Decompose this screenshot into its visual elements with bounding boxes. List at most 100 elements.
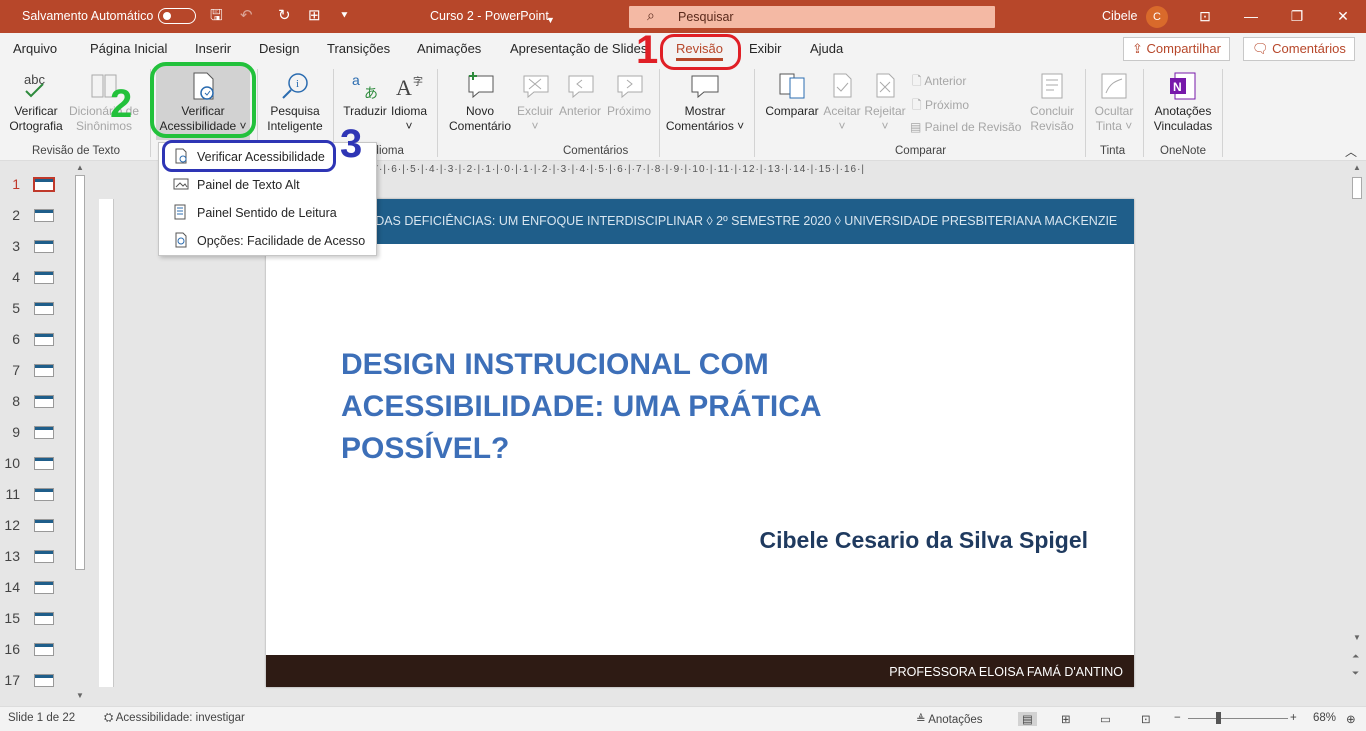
svg-text:A: A xyxy=(396,75,412,100)
slide-thumbnail[interactable] xyxy=(34,333,54,346)
scroll-thumb[interactable] xyxy=(75,175,85,570)
hide-ink-button[interactable]: Ocultar Tinta ˅ xyxy=(1089,71,1139,134)
menu-item-painel-texto-alt[interactable]: Painel de Texto Alt xyxy=(165,172,372,198)
minimize-icon[interactable]: — xyxy=(1241,6,1261,26)
slide-thumbnail[interactable] xyxy=(34,488,54,501)
scroll-down-icon[interactable]: ▼ xyxy=(76,691,84,700)
next-comment-button[interactable]: Próximo xyxy=(604,71,654,119)
autosave-toggle[interactable] xyxy=(158,8,196,24)
menu-item-opcoes-facilidade-acesso[interactable]: Opções: Facilidade de Acesso xyxy=(165,228,372,254)
tab-pagina-inicial[interactable]: Página Inicial xyxy=(90,41,167,56)
compare-button[interactable]: Comparar xyxy=(762,71,822,119)
slide-thumbnail[interactable] xyxy=(34,519,54,532)
slide-sorter-icon[interactable]: ⊞ xyxy=(1061,712,1071,726)
slide-title[interactable]: DESIGN INSTRUCIONAL COM ACESSIBILIDADE: … xyxy=(341,344,941,470)
slide-thumbnail[interactable] xyxy=(34,550,54,563)
scroll-up-icon[interactable]: ▲ xyxy=(76,163,84,172)
slide-thumbnail[interactable] xyxy=(34,612,54,625)
tab-design[interactable]: Design xyxy=(259,41,299,56)
accept-label: Aceitar xyxy=(823,104,861,118)
fit-to-window-icon[interactable]: ⊕ xyxy=(1346,712,1356,726)
slide-thumbnail[interactable] xyxy=(33,177,55,192)
comments-label: Comentários xyxy=(1272,41,1346,56)
user-name[interactable]: Cibele xyxy=(1102,9,1137,23)
accept-button[interactable]: Aceitar ˅ xyxy=(820,71,864,134)
smart-lookup-label-2: Inteligente xyxy=(267,119,323,133)
slide-thumbnail[interactable] xyxy=(34,209,54,222)
previous-change-button[interactable]: 🗋 Anterior xyxy=(912,72,966,93)
undo-icon[interactable]: ↶ xyxy=(240,7,253,25)
zoom-in-icon[interactable]: + xyxy=(1290,712,1297,724)
smart-lookup-button[interactable]: i Pesquisa Inteligente xyxy=(262,71,328,134)
scroll-up-icon[interactable]: ▲ xyxy=(1353,163,1361,172)
slide-thumbnail[interactable] xyxy=(34,674,54,687)
reject-button[interactable]: Rejeitar ˅ xyxy=(863,71,907,134)
previous-slide-icon[interactable]: ⏶ xyxy=(1352,651,1359,662)
end-review-button[interactable]: Concluir Revisão xyxy=(1024,71,1080,134)
annotation-number-3: 3 xyxy=(340,122,363,166)
reject-icon xyxy=(876,73,895,98)
scroll-thumb[interactable] xyxy=(1352,177,1362,199)
collapse-ribbon-icon[interactable]: ︿ xyxy=(1345,143,1357,160)
slide-thumbnail[interactable] xyxy=(34,643,54,656)
accessibility-status[interactable]: ⛭ Acessibilidade: investigar xyxy=(104,712,245,725)
normal-view-icon[interactable]: ▤ xyxy=(1018,712,1037,726)
avatar[interactable]: C xyxy=(1146,6,1168,28)
slide-thumbnail[interactable] xyxy=(34,426,54,439)
linked-notes-button[interactable]: N Anotações Vinculadas xyxy=(1150,71,1216,134)
slide-canvas[interactable]: O DAS DEFICIÊNCIAS: UM ENFOQUE INTERDISC… xyxy=(266,199,1134,687)
tab-arquivo[interactable]: Arquivo xyxy=(13,41,57,56)
slide-thumbnail[interactable] xyxy=(34,364,54,377)
slide-thumbnail[interactable] xyxy=(34,302,54,315)
zoom-slider-thumb[interactable] xyxy=(1216,712,1221,724)
redo-icon[interactable]: ↻ xyxy=(278,7,291,25)
tab-ajuda[interactable]: Ajuda xyxy=(810,41,843,56)
close-icon[interactable]: ✕ xyxy=(1333,6,1353,26)
accessibility-status-icon: ⛭ xyxy=(104,712,116,724)
svg-text:字: 字 xyxy=(413,75,423,88)
notes-button[interactable]: ≜ Anotações xyxy=(916,712,983,726)
customize-qat-icon[interactable]: ⯆ xyxy=(340,7,349,25)
slide-thumbnail[interactable] xyxy=(34,395,54,408)
title-dropdown-icon[interactable]: ▼ xyxy=(546,11,555,29)
previous-comment-button[interactable]: Anterior xyxy=(556,71,604,119)
slide-author[interactable]: Cibele Cesario da Silva Spigel xyxy=(759,527,1088,554)
zoom-slider[interactable] xyxy=(1188,718,1288,719)
next-slide-icon[interactable]: ⏷ xyxy=(1352,668,1359,679)
search-box[interactable]: ⌕ Pesquisar xyxy=(629,6,995,28)
slide-scrollbar[interactable]: ▲ ▼ ⏶ ⏷ xyxy=(1349,163,1366,703)
present-icon[interactable]: ⊞ xyxy=(308,7,321,25)
scroll-down-icon[interactable]: ▼ xyxy=(1353,633,1361,642)
tab-apresentacao[interactable]: Apresentação de Slides xyxy=(510,41,647,56)
delete-comment-label: Excluir xyxy=(516,104,553,118)
spelling-button[interactable]: abc Verificar Ortografia xyxy=(8,71,64,134)
restore-icon[interactable]: ❐ xyxy=(1287,6,1307,26)
menu-item-painel-sentido-leitura[interactable]: Painel Sentido de Leitura xyxy=(165,200,372,226)
ribbon-display-icon[interactable]: ⊡ xyxy=(1195,6,1215,26)
horizontal-ruler: |12|·1·|·10·|·9·|·8·|·7·|·6·|·5·|·4·|·3·… xyxy=(266,164,866,175)
slide-thumbnail[interactable] xyxy=(34,457,54,470)
comments-button[interactable]: 🗨 Comentários xyxy=(1243,37,1355,61)
language-button[interactable]: A字 Idioma ˅ xyxy=(388,71,430,134)
tab-exibir[interactable]: Exibir xyxy=(749,41,782,56)
tab-transicoes[interactable]: Transições xyxy=(327,41,390,56)
zoom-level[interactable]: 68% xyxy=(1313,712,1336,724)
new-comment-button[interactable]: Novo Comentário xyxy=(445,71,515,134)
share-button[interactable]: ⇪ Compartilhar xyxy=(1123,37,1230,61)
slideshow-icon[interactable]: ⊡ xyxy=(1141,712,1151,726)
thumbnail-scrollbar[interactable]: ▲ ▼ xyxy=(73,163,89,703)
next-change-button[interactable]: 🗋 Próximo xyxy=(912,96,969,117)
reviewing-pane-button[interactable]: ▤ Painel de Revisão xyxy=(910,120,1021,134)
slide-thumbnail[interactable] xyxy=(34,271,54,284)
slide-thumbnail[interactable] xyxy=(34,581,54,594)
save-icon[interactable]: 🖫 xyxy=(210,7,223,25)
tab-inserir[interactable]: Inserir xyxy=(195,41,231,56)
zoom-out-icon[interactable]: − xyxy=(1174,712,1181,724)
reading-view-icon[interactable]: ▭ xyxy=(1100,712,1111,726)
delete-comment-button[interactable]: Excluir ˅ xyxy=(514,71,556,134)
translate-button[interactable]: aあ Traduzir xyxy=(340,71,390,119)
slide-thumbnail[interactable] xyxy=(34,240,54,253)
tab-animacoes[interactable]: Animações xyxy=(417,41,481,56)
slide-number: 11 xyxy=(5,486,20,502)
show-comments-button[interactable]: Mostrar Comentários ˅ xyxy=(663,71,747,134)
